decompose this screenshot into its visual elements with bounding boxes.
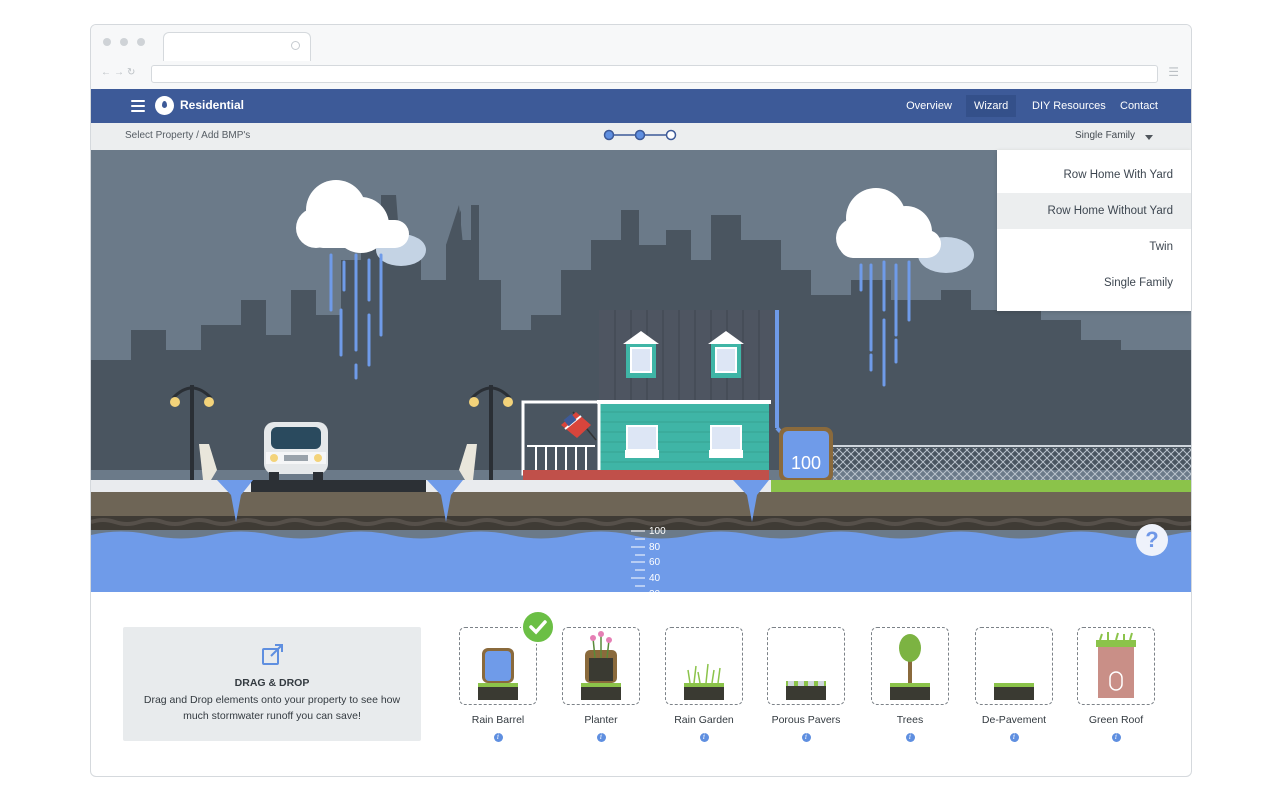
info-icon[interactable]: i xyxy=(493,733,503,742)
bmp-label: Green Roof xyxy=(1088,714,1144,726)
browser-nav-icon[interactable]: ←→↻ xyxy=(101,67,138,78)
info-icon[interactable]: i xyxy=(801,733,811,742)
gauge-label: 80 xyxy=(649,542,661,553)
tree-icon xyxy=(890,634,930,700)
selected-check-icon xyxy=(521,610,555,644)
de-pavement-icon xyxy=(994,683,1034,700)
wizard-subbar: Select Property / Add BMP's Single Famil… xyxy=(91,123,1191,151)
drag-drop-info-panel: DRAG & DROP Drag and Drop elements onto … xyxy=(123,627,421,741)
app-title: Residential xyxy=(180,98,245,112)
property-type-select[interactable]: Single Family xyxy=(1075,130,1135,141)
bmp-trees[interactable]: Trees i xyxy=(871,627,949,742)
info-icon[interactable]: i xyxy=(699,733,709,742)
water-drop-logo-icon xyxy=(155,96,174,115)
gauge-label: 100 xyxy=(649,526,666,537)
bmp-rain-barrel[interactable]: Rain Barrel i xyxy=(459,627,537,742)
info-panel-title: DRAG & DROP xyxy=(234,677,310,689)
bmp-green-roof[interactable]: Green Roof i xyxy=(1077,627,1155,742)
bmp-planter[interactable]: Planter i xyxy=(562,627,640,742)
bmp-rain-garden[interactable]: Rain Garden i xyxy=(665,627,743,742)
bmp-porous-pavers[interactable]: Porous Pavers i xyxy=(767,627,845,742)
step-2-indicator xyxy=(634,129,646,141)
gauge-label: 40 xyxy=(649,573,661,584)
info-icon[interactable]: i xyxy=(1009,733,1019,742)
hamburger-menu-icon[interactable] xyxy=(131,100,145,112)
bmp-de-pavement[interactable]: De-Pavement i xyxy=(975,627,1053,742)
step-3-indicator xyxy=(665,129,677,141)
porous-pavers-icon xyxy=(786,681,826,700)
nav-diy-resources[interactable]: DIY Resources xyxy=(1032,95,1106,117)
tab-close-icon[interactable] xyxy=(291,41,300,50)
info-icon[interactable]: i xyxy=(596,733,606,742)
window-dot-icon xyxy=(137,38,145,46)
bmp-label: De-Pavement xyxy=(981,714,1047,726)
bmp-label: Porous Pavers xyxy=(771,714,841,726)
wizard-stepper xyxy=(603,129,677,141)
browser-tab[interactable] xyxy=(163,32,311,61)
share-external-icon xyxy=(262,644,283,665)
nav-contact[interactable]: Contact xyxy=(1120,95,1158,117)
step-1-indicator xyxy=(603,129,615,141)
bmp-label: Planter xyxy=(584,714,618,726)
chain-link-fence xyxy=(833,445,1191,480)
breadcrumb: Select Property / Add BMP's xyxy=(125,130,251,141)
help-button[interactable]: ? xyxy=(1136,524,1168,556)
window-dot-icon xyxy=(103,38,111,46)
nav-wizard[interactable]: Wizard xyxy=(966,95,1017,117)
option-twin[interactable]: Twin xyxy=(997,229,1191,265)
planter-icon xyxy=(581,631,621,700)
info-icon[interactable]: i xyxy=(1111,733,1121,742)
bmp-label: Rain Barrel xyxy=(471,714,525,726)
option-row-home-with-yard[interactable]: Row Home With Yard xyxy=(997,157,1191,193)
bmp-label: Rain Garden xyxy=(674,714,734,726)
bmp-label: Trees xyxy=(896,714,924,726)
rain-barrel-illustration: 100 xyxy=(779,427,833,482)
rain-garden-icon xyxy=(684,663,724,700)
chevron-down-icon[interactable] xyxy=(1145,135,1153,140)
green-roof-icon xyxy=(1096,632,1136,698)
option-row-home-without-yard[interactable]: Row Home Without Yard xyxy=(997,193,1191,229)
gauge-label: 60 xyxy=(649,557,661,568)
browser-window: ←→↻ ☰ Residential Overview Wizard DIY Re… xyxy=(90,24,1192,777)
app-header: Residential Overview Wizard DIY Resource… xyxy=(91,89,1191,123)
address-bar[interactable] xyxy=(151,65,1158,83)
car-illustration xyxy=(264,422,328,482)
option-single-family[interactable]: Single Family xyxy=(997,265,1191,301)
gauge-label: 20 xyxy=(649,589,661,592)
barrel-volume-readout: 100 xyxy=(791,453,821,473)
browser-menu-icon[interactable]: ☰ xyxy=(1168,65,1179,79)
info-panel-text: Drag and Drop elements onto your propert… xyxy=(143,694,401,722)
window-dot-icon xyxy=(120,38,128,46)
browser-chrome: ←→↻ ☰ xyxy=(91,25,1191,90)
nav-overview[interactable]: Overview xyxy=(904,95,954,117)
info-icon[interactable]: i xyxy=(905,733,915,742)
property-type-dropdown: Row Home With Yard Row Home Without Yard… xyxy=(997,150,1191,311)
